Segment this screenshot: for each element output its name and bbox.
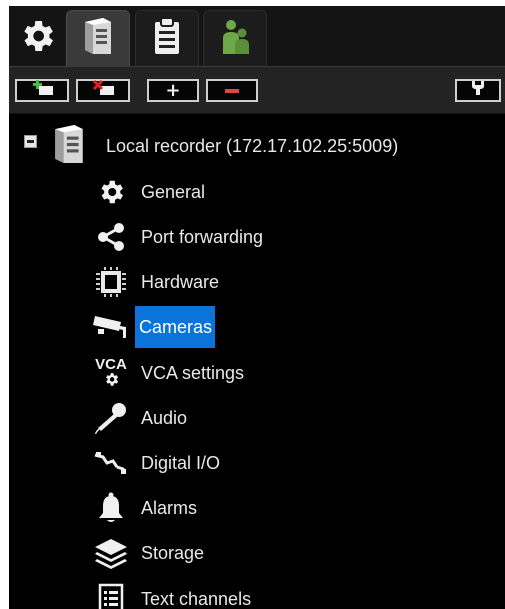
- recorder-node-label[interactable]: Local recorder (172.17.102.25:5009): [106, 136, 398, 157]
- io-icon: [91, 447, 131, 479]
- tree-item-general[interactable]: General: [85, 172, 385, 212]
- collapse-all-button[interactable]: [206, 79, 258, 102]
- tools-button[interactable]: [455, 79, 501, 102]
- chip-icon: [91, 266, 131, 298]
- tree-item-label: Text channels: [141, 589, 252, 609]
- add-recorder-button[interactable]: [15, 79, 69, 102]
- users-icon: [218, 16, 252, 61]
- remove-server-icon: [88, 79, 118, 101]
- remove-recorder-button[interactable]: [76, 79, 130, 102]
- tab-devices[interactable]: [66, 10, 130, 66]
- device-tree: Local recorder (172.17.102.25:5009) Gene…: [9, 114, 505, 609]
- tab-users[interactable]: [203, 10, 267, 66]
- share-icon: [91, 221, 131, 253]
- configuration-panel: + Local recorder (172.17.102.25:5009) Ge…: [9, 6, 505, 609]
- tab-layouts[interactable]: [135, 10, 199, 66]
- tree-item-hardware[interactable]: Hardware: [85, 262, 385, 302]
- tab-strip: [9, 6, 505, 66]
- expand-all-button[interactable]: +: [147, 79, 199, 102]
- tree-item-label: Audio: [141, 408, 188, 428]
- tree-item-label: Digital I/O: [141, 453, 221, 473]
- bell-icon: [91, 492, 131, 524]
- microphone-icon: [91, 402, 131, 434]
- tree-item-digital-io[interactable]: Digital I/O: [85, 443, 385, 483]
- minus-icon: [225, 82, 239, 100]
- toolbar: +: [9, 66, 505, 114]
- gear-icon: [17, 16, 57, 61]
- tree-item-label: Alarms: [141, 498, 198, 518]
- clipboard-icon: [152, 16, 182, 61]
- layers-icon: [91, 537, 131, 569]
- tree-item-text-channels[interactable]: Text channels: [85, 579, 385, 609]
- tree-item-label: Hardware: [141, 272, 220, 292]
- server-icon: [81, 16, 115, 61]
- tree-item-alarms[interactable]: Alarms: [85, 488, 385, 528]
- tree-item-label: Port forwarding: [141, 227, 264, 247]
- vca-icon: VCA: [91, 356, 131, 389]
- tree-item-label: General: [141, 182, 206, 202]
- tree-item-label: Storage: [141, 543, 205, 563]
- tree-item-port-forwarding[interactable]: Port forwarding: [85, 217, 385, 257]
- tree-item-label: Cameras: [135, 306, 215, 348]
- tree-item-cameras[interactable]: Cameras: [85, 306, 385, 348]
- list-icon: [91, 583, 131, 609]
- add-server-icon: [27, 80, 57, 101]
- server-icon: [51, 122, 87, 166]
- camera-icon: [91, 310, 131, 342]
- collapse-toggle[interactable]: [24, 135, 37, 148]
- gear-icon: [91, 176, 131, 208]
- tree-item-label: VCA settings: [141, 363, 245, 383]
- tree-item-storage[interactable]: Storage: [85, 533, 385, 573]
- tree-item-audio[interactable]: Audio: [85, 398, 385, 438]
- tree-item-vca-settings[interactable]: VCA VCA settings: [85, 353, 385, 393]
- svg-text:VCA: VCA: [95, 356, 127, 373]
- plus-icon: +: [165, 79, 181, 101]
- tab-settings[interactable]: [9, 10, 65, 66]
- wrench-icon: [471, 80, 485, 101]
